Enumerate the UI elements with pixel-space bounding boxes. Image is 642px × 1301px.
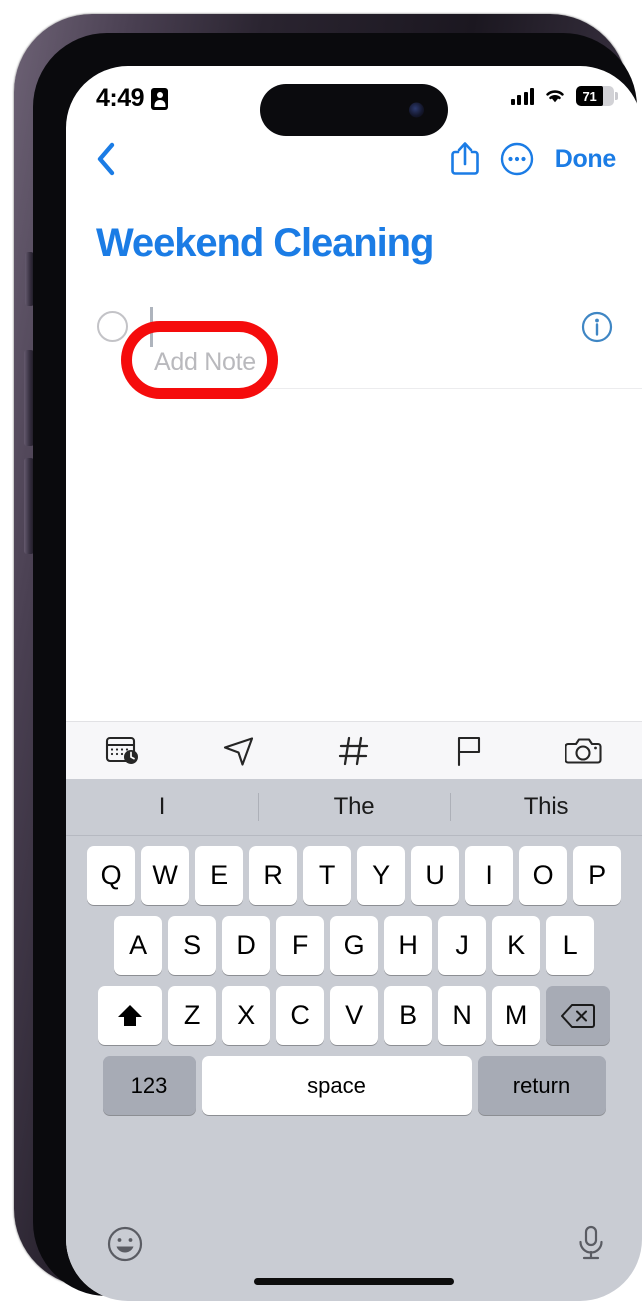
prediction-2[interactable]: This: [450, 793, 642, 821]
front-camera-icon: [409, 102, 424, 118]
emoji-button[interactable]: [106, 1225, 144, 1268]
done-button[interactable]: Done: [553, 141, 618, 178]
share-button[interactable]: [439, 137, 491, 181]
backspace-key[interactable]: [546, 986, 610, 1045]
text-caret: [150, 307, 153, 347]
location-button[interactable]: [181, 722, 296, 780]
key-u[interactable]: U: [411, 846, 459, 905]
status-bar-right: 71: [510, 84, 618, 106]
info-circle-icon: [581, 311, 613, 343]
predictive-text-bar: I The This: [66, 779, 642, 836]
back-button[interactable]: [84, 137, 128, 181]
navigation-bar: Done: [66, 128, 642, 190]
backspace-icon: [561, 1003, 595, 1028]
camera-icon: [565, 737, 602, 764]
battery-percent: 71: [582, 88, 597, 104]
key-w[interactable]: W: [141, 846, 189, 905]
prediction-0[interactable]: I: [66, 793, 258, 821]
emoji-icon: [107, 1226, 143, 1262]
phone-frame: 4:49 71 Done Weekend Cleaning Add Note I…: [14, 14, 642, 1301]
tag-button[interactable]: [296, 722, 411, 780]
key-b[interactable]: B: [384, 986, 432, 1045]
space-key[interactable]: space: [201, 1056, 472, 1115]
more-circle-icon: [500, 142, 533, 176]
flag-icon: [458, 736, 481, 766]
keyboard-row-3: Z X C V B N M: [66, 975, 642, 1045]
flag-button[interactable]: [412, 722, 527, 780]
phone-bezel: 4:49 71 Done Weekend Cleaning Add Note I…: [33, 33, 642, 1301]
shift-icon: [118, 1004, 142, 1026]
screenshot-root: 4:49 71 Done Weekend Cleaning Add Note I…: [0, 0, 642, 1301]
reminder-checkbox[interactable]: [97, 311, 128, 342]
date-time-button[interactable]: [66, 722, 181, 780]
status-bar-left: 4:49: [96, 84, 169, 113]
key-t[interactable]: T: [303, 846, 351, 905]
battery-icon: 71: [576, 86, 618, 106]
key-z[interactable]: Z: [168, 986, 216, 1045]
microphone-icon: [579, 1225, 603, 1260]
key-y[interactable]: Y: [357, 846, 405, 905]
key-j[interactable]: J: [438, 916, 486, 975]
dictation-button[interactable]: [576, 1225, 606, 1268]
key-s[interactable]: S: [168, 916, 216, 975]
reminder-item-row: Add Note: [66, 304, 642, 400]
cellular-bars-icon: [510, 87, 534, 105]
home-indicator[interactable]: [254, 1278, 454, 1285]
key-m[interactable]: M: [492, 986, 540, 1045]
return-key[interactable]: return: [477, 1056, 606, 1115]
key-f[interactable]: F: [276, 916, 324, 975]
key-q[interactable]: Q: [87, 846, 135, 905]
key-c[interactable]: C: [276, 986, 324, 1045]
key-x[interactable]: X: [222, 986, 270, 1045]
key-i[interactable]: I: [465, 846, 513, 905]
key-g[interactable]: G: [330, 916, 378, 975]
shift-key[interactable]: [98, 986, 162, 1045]
key-a[interactable]: A: [114, 916, 162, 975]
key-r[interactable]: R: [249, 846, 297, 905]
numbers-key[interactable]: 123: [102, 1056, 196, 1115]
keyboard-accessory-toolbar: [66, 721, 642, 779]
key-h[interactable]: H: [384, 916, 432, 975]
keyboard-row-1: Q W E R T Y U I O P: [66, 836, 642, 905]
row-divider: [138, 388, 642, 389]
key-k[interactable]: K: [492, 916, 540, 975]
share-icon: [450, 142, 479, 175]
camera-button[interactable]: [527, 722, 642, 780]
phone-screen: 4:49 71 Done Weekend Cleaning Add Note I…: [66, 66, 642, 1301]
key-e[interactable]: E: [195, 846, 243, 905]
key-d[interactable]: D: [222, 916, 270, 975]
prediction-1[interactable]: The: [258, 793, 450, 821]
tag-icon: [338, 736, 369, 765]
date-time-icon: [105, 736, 138, 764]
wifi-icon: [546, 90, 564, 103]
keyboard-row-4: 123 space return: [66, 1045, 642, 1115]
location-icon: [223, 736, 253, 766]
more-button[interactable]: [491, 137, 543, 181]
add-note-placeholder: Add Note: [154, 348, 256, 376]
status-time: 4:49: [96, 84, 145, 112]
key-n[interactable]: N: [438, 986, 486, 1045]
chevron-left-icon: [97, 142, 115, 176]
reminder-details-button[interactable]: [580, 310, 614, 344]
software-keyboard: I The This Q W E R T Y U I O P A S D F G…: [66, 779, 642, 1301]
reminder-list-title[interactable]: Weekend Cleaning: [96, 222, 616, 264]
keyboard-row-2: A S D F G H J K L: [66, 905, 642, 975]
key-o[interactable]: O: [519, 846, 567, 905]
key-v[interactable]: V: [330, 986, 378, 1045]
id-badge-icon: [151, 87, 169, 110]
key-l[interactable]: L: [546, 916, 594, 975]
keyboard-bottom-bar: [66, 1209, 642, 1301]
key-p[interactable]: P: [573, 846, 621, 905]
